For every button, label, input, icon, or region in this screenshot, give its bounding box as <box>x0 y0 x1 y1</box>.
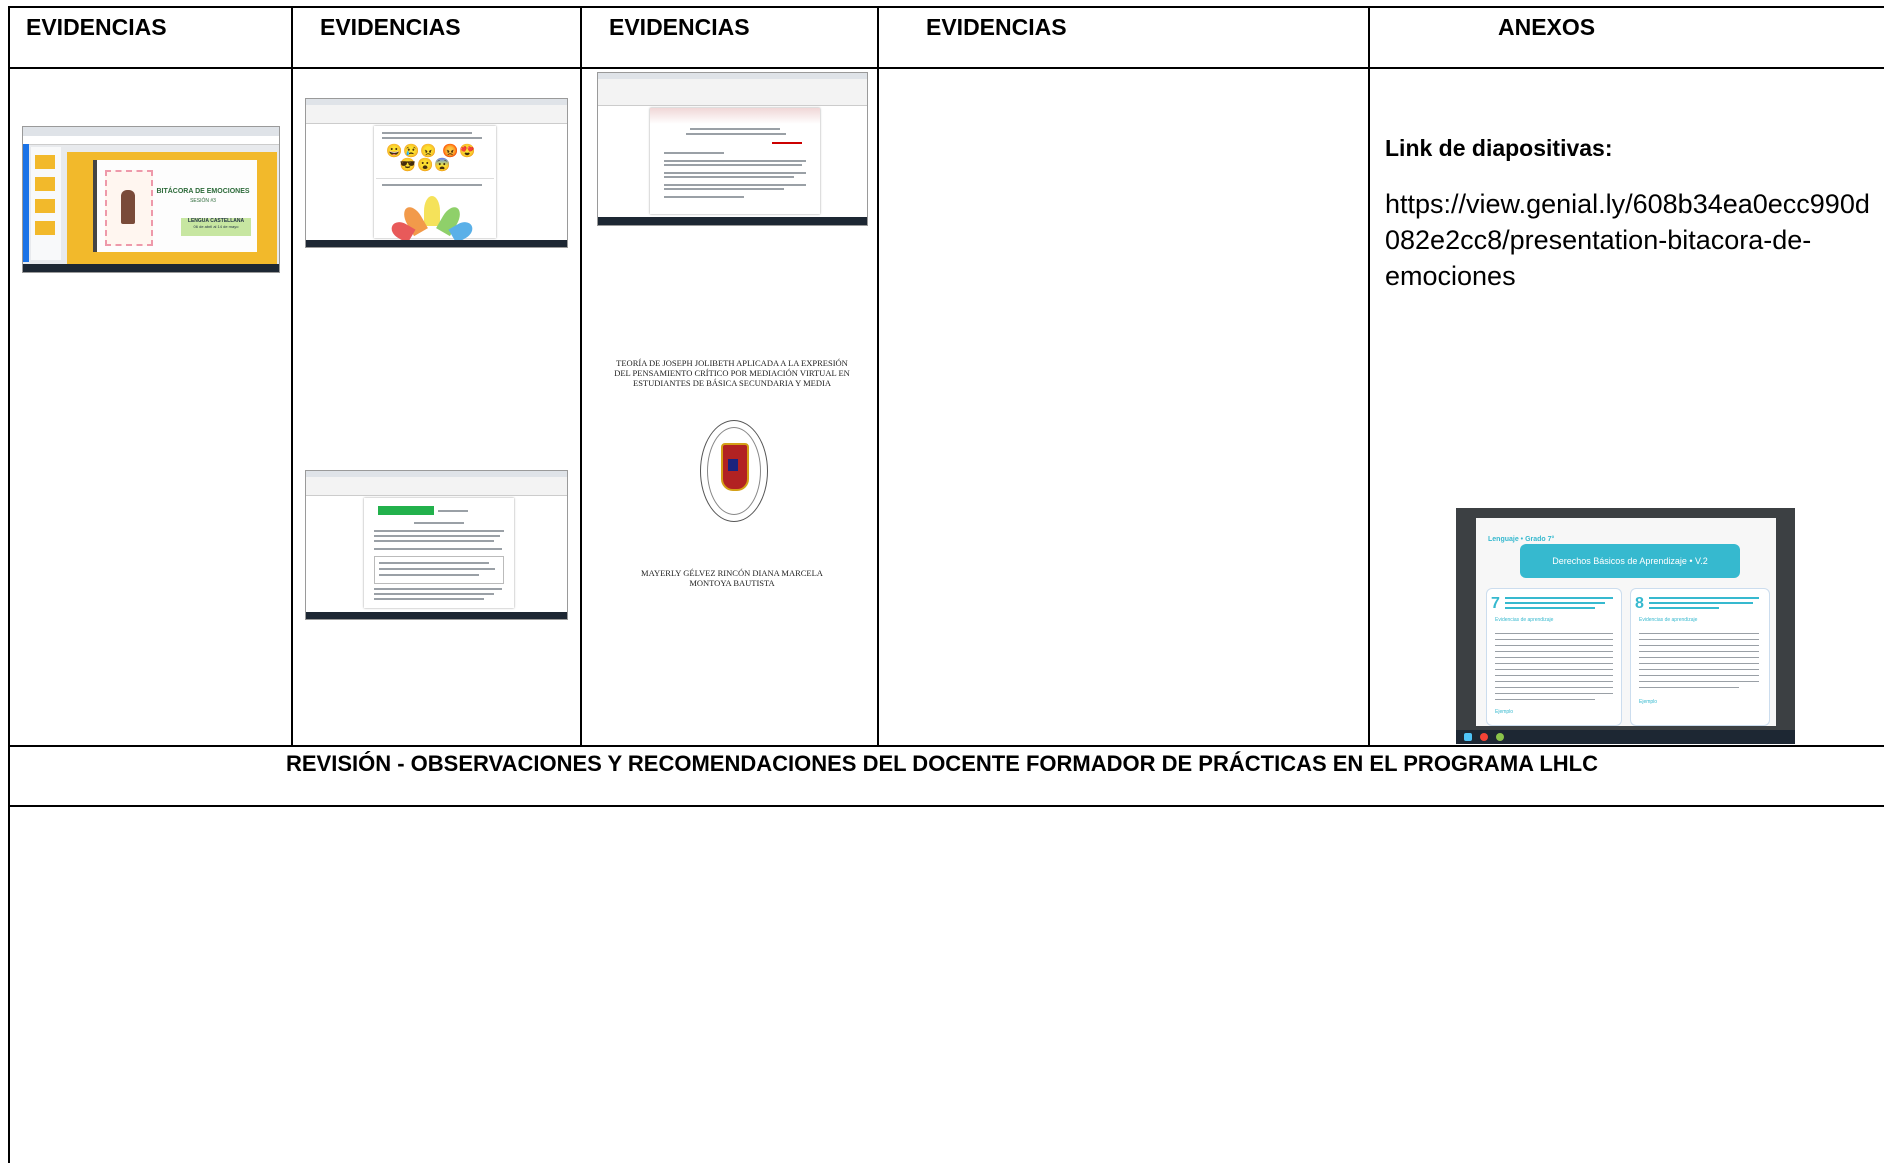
slides-link-url[interactable]: https://view.genial.ly/608b34ea0ecc990d0… <box>1385 186 1875 294</box>
column-divider-4 <box>1368 6 1370 747</box>
table-left-border <box>8 6 10 1163</box>
dba-banner: Derechos Básicos de Aprendizaje • V.2 <box>1520 544 1740 578</box>
word-document-page: 😀😢😠 😡😍 😎😮😨 <box>374 126 496 244</box>
dba-banner-text: Derechos Básicos de Aprendizaje • V.2 <box>1552 556 1708 566</box>
thesis-cover-title: TEORÍA DE JOSEPH JOLIBETH APLICADA A LA … <box>614 358 850 388</box>
evidence-screenshot-word-essay <box>597 72 868 226</box>
table-top-border <box>8 6 1884 8</box>
slide-subtitle: SESIÓN #3 <box>190 198 216 204</box>
evidence-row-bottom-border <box>8 745 1884 747</box>
slide-footer-dates: 06 de abril al 14 de mayo <box>193 224 239 229</box>
dba-example-left: Ejemplo <box>1495 709 1514 715</box>
annex-screenshot-dba: Lenguaje • Grado 7° Derechos Básicos de … <box>1456 508 1795 744</box>
slides-link-label: Link de diapositivas: <box>1385 135 1613 161</box>
dba-grade-tag: Lenguaje • Grado 7° <box>1488 536 1555 543</box>
header-evidencias-1: EVIDENCIAS <box>26 14 167 40</box>
thesis-cover-authors: MAYERLY GÉLVEZ RINCÓN DIANA MARCELA MONT… <box>641 568 823 588</box>
evidence-screenshot-word-document <box>305 470 568 620</box>
header-anexos: ANEXOS <box>1498 14 1596 40</box>
dba-item-8: 8 <box>1635 595 1644 612</box>
header-evidencias-2: EVIDENCIAS <box>320 14 461 40</box>
document-page: EVIDENCIAS EVIDENCIAS EVIDENCIAS EVIDENC… <box>0 0 1884 1163</box>
word-document-page-3 <box>650 108 820 214</box>
dba-example-right: Ejemplo <box>1639 699 1658 705</box>
slide-canvas: BITÁCORA DE EMOCIONES SESIÓN #3 LENGUA C… <box>67 152 277 264</box>
evidence-screenshot-slides: BITÁCORA DE EMOCIONES SESIÓN #3 LENGUA C… <box>22 126 280 273</box>
review-header-bottom-border <box>8 805 1884 807</box>
university-seal <box>700 420 768 522</box>
column-divider-1 <box>291 6 293 747</box>
column-divider-3 <box>877 6 879 747</box>
dba-item-7: 7 <box>1491 595 1500 612</box>
header-evidencias-4: EVIDENCIAS <box>926 14 1067 40</box>
dba-evidence-heading-right: Evidencias de aprendizaje <box>1639 617 1698 623</box>
seal-shield-icon <box>721 443 749 491</box>
word-document-page-2 <box>364 498 514 608</box>
header-row-divider <box>8 67 1884 69</box>
review-comments-area[interactable] <box>12 810 1880 1160</box>
column-divider-2 <box>580 6 582 747</box>
dba-evidence-heading-left: Evidencias de aprendizaje <box>1495 617 1554 623</box>
evidence-screenshot-word-emojis: 😀😢😠 😡😍 😎😮😨 <box>305 98 568 248</box>
review-section-title: REVISIÓN - OBSERVACIONES Y RECOMENDACION… <box>286 751 1598 776</box>
slide-title: BITÁCORA DE EMOCIONES <box>156 188 250 195</box>
thesis-cover-page: TEORÍA DE JOSEPH JOLIBETH APLICADA A LA … <box>600 340 864 600</box>
header-evidencias-3: EVIDENCIAS <box>609 14 750 40</box>
